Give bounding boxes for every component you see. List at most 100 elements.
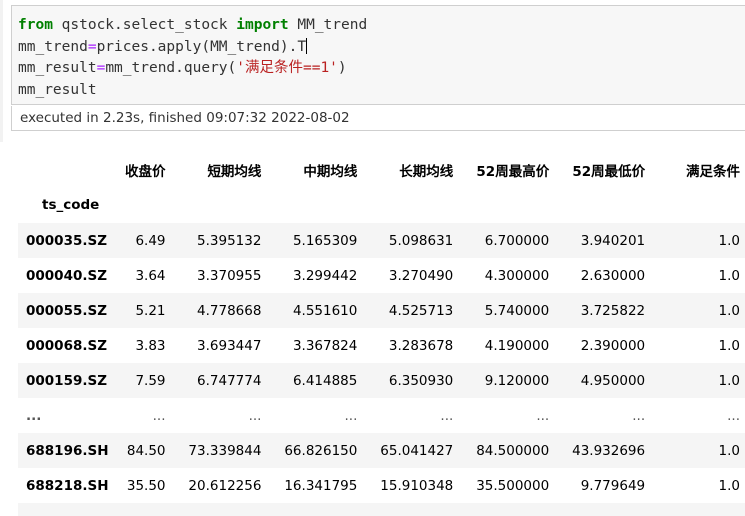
table-cell: 1.0 bbox=[718, 477, 740, 494]
column-header: 短期均线 bbox=[207, 163, 262, 180]
table-cell: 7.59 bbox=[135, 372, 166, 389]
table-cell bbox=[458, 503, 554, 516]
table-cell: 3.270490 bbox=[388, 267, 454, 284]
code-token: mm_result bbox=[18, 60, 97, 76]
table-cell: 1.0 bbox=[718, 337, 740, 354]
table-row: 000040.SZ 3.64 3.370955 3.299442 3.270490 4.3… bbox=[18, 258, 745, 293]
table-cell: 3.725822 bbox=[580, 302, 646, 319]
table-cell: 3.299442 bbox=[292, 267, 358, 284]
table-cell: 66.826150 bbox=[284, 442, 358, 459]
header-blank bbox=[362, 187, 458, 223]
index-name: ts_code bbox=[42, 197, 100, 213]
table-cell: 9.120000 bbox=[484, 372, 550, 389]
table-cell bbox=[109, 503, 171, 516]
table-row: 000068.SZ 3.83 3.693447 3.367824 3.283678 4.1… bbox=[18, 328, 745, 363]
dataframe-table: 收盘价 短期均线 中期均线 长期均线 52周最高价 52周最低价 满足条件 ts… bbox=[18, 152, 745, 516]
table-cell: 84.500000 bbox=[476, 442, 550, 459]
code-string: '满足条件==1' bbox=[236, 60, 338, 76]
table-cell: 43.932696 bbox=[572, 442, 646, 459]
table-cell: 3.283678 bbox=[388, 337, 454, 354]
header-blank bbox=[171, 187, 267, 223]
table-cell bbox=[362, 503, 458, 516]
table-cell bbox=[171, 503, 267, 516]
table-cell: 5.165309 bbox=[292, 232, 358, 249]
table-cell bbox=[554, 503, 650, 516]
table-cell: 5.098631 bbox=[388, 232, 454, 249]
code-line-2: mm_trend=prices.apply(MM_trend).T bbox=[18, 37, 745, 59]
table-row: ........................ bbox=[18, 398, 745, 433]
column-header: 长期均线 bbox=[399, 163, 454, 180]
table-cell: 1.0 bbox=[718, 267, 740, 284]
imported-name: MM_trend bbox=[288, 17, 368, 33]
header-blank bbox=[458, 187, 554, 223]
row-index bbox=[18, 503, 109, 516]
row-index: 000159.SZ bbox=[26, 372, 107, 389]
table-cell: 35.500000 bbox=[476, 477, 550, 494]
table-cell: 6.414885 bbox=[292, 372, 358, 389]
code-operator: = bbox=[87, 38, 97, 55]
header-blank bbox=[554, 187, 650, 223]
row-index: 000035.SZ bbox=[26, 232, 107, 249]
code-operator: = bbox=[96, 60, 106, 76]
table-cell bbox=[266, 503, 362, 516]
table-cell: 73.339844 bbox=[188, 442, 262, 459]
table-cell: 1.0 bbox=[718, 372, 740, 389]
table-cell: 4.551610 bbox=[292, 302, 358, 319]
row-index: ... bbox=[26, 407, 42, 424]
column-header: 中期均线 bbox=[303, 163, 358, 180]
module-name: qstock.select_stock bbox=[52, 17, 237, 33]
table-cell: 2.630000 bbox=[580, 267, 646, 284]
code-line-4: mm_result bbox=[18, 81, 97, 98]
table-cell: 4.778668 bbox=[197, 302, 262, 319]
table-cell: 1.0 bbox=[718, 302, 740, 319]
code-cell-editor[interactable]: from qstock.select_stock import MM_trend… bbox=[11, 5, 745, 105]
dataframe-output: 收盘价 短期均线 中期均线 长期均线 52周最高价 52周最低价 满足条件 ts… bbox=[18, 152, 745, 516]
table-cell: 6.747774 bbox=[197, 372, 262, 389]
table-cell: 5.740000 bbox=[484, 302, 550, 319]
header-blank bbox=[266, 187, 362, 223]
column-header-row: 收盘价 短期均线 中期均线 长期均线 52周最高价 52周最低价 满足条件 bbox=[18, 152, 745, 187]
table-cell: 4.525713 bbox=[388, 302, 454, 319]
row-index: 000068.SZ bbox=[26, 337, 107, 354]
row-index: 688218.SH bbox=[26, 477, 109, 494]
code-line-1: from qstock.select_stock import MM_trend bbox=[18, 15, 745, 37]
table-cell: 15.910348 bbox=[380, 477, 454, 494]
table-cell: 1.0 bbox=[718, 232, 740, 249]
table-cell: 65.041427 bbox=[380, 442, 454, 459]
table-cell: 3.64 bbox=[135, 267, 166, 284]
header-blank bbox=[18, 152, 109, 187]
table-cell: ... bbox=[248, 407, 262, 424]
text-cursor bbox=[306, 37, 308, 54]
index-name-row: ts_code bbox=[18, 187, 745, 223]
execution-status: executed in 2.23s, finished 09:07:32 202… bbox=[11, 106, 745, 131]
table-cell: 4.300000 bbox=[484, 267, 550, 284]
table-cell: 4.950000 bbox=[580, 372, 646, 389]
table-cell: 20.612256 bbox=[188, 477, 262, 494]
keyword-from: from bbox=[18, 17, 53, 33]
table-cell: ... bbox=[344, 407, 358, 424]
row-index: 000055.SZ bbox=[26, 302, 107, 319]
row-index: 000040.SZ bbox=[26, 267, 107, 284]
keyword-import: import bbox=[236, 17, 289, 33]
table-row: 000055.SZ 5.21 4.778668 4.551610 4.525713 5.7… bbox=[18, 293, 745, 328]
table-cell: 3.693447 bbox=[197, 337, 262, 354]
column-header: 满足条件 bbox=[686, 163, 740, 180]
table-cell: ... bbox=[536, 407, 550, 424]
table-cell: 6.700000 bbox=[484, 232, 550, 249]
table-cell: 3.83 bbox=[135, 337, 166, 354]
table-cell: 84.50 bbox=[126, 442, 166, 459]
table-cell: 3.370955 bbox=[197, 267, 262, 284]
table-cell: 1.0 bbox=[718, 442, 740, 459]
table-cell: 6.350930 bbox=[388, 372, 454, 389]
table-cell: 5.21 bbox=[135, 302, 166, 319]
table-cell: ... bbox=[727, 407, 740, 424]
table-cell: 5.395132 bbox=[197, 232, 262, 249]
table-row: 000159.SZ 7.59 6.747774 6.414885 6.350930 9.1… bbox=[18, 363, 745, 398]
table-row: 688196.SH 84.50 73.339844 66.826150 65.04142… bbox=[18, 433, 745, 468]
table-cell: ... bbox=[152, 407, 166, 424]
table-cell: 4.190000 bbox=[484, 337, 550, 354]
column-header: 52周最低价 bbox=[572, 163, 646, 180]
row-index: 688196.SH bbox=[26, 442, 109, 459]
header-blank bbox=[650, 187, 745, 223]
code-token: prices.apply(MM_trend).T bbox=[96, 38, 307, 55]
